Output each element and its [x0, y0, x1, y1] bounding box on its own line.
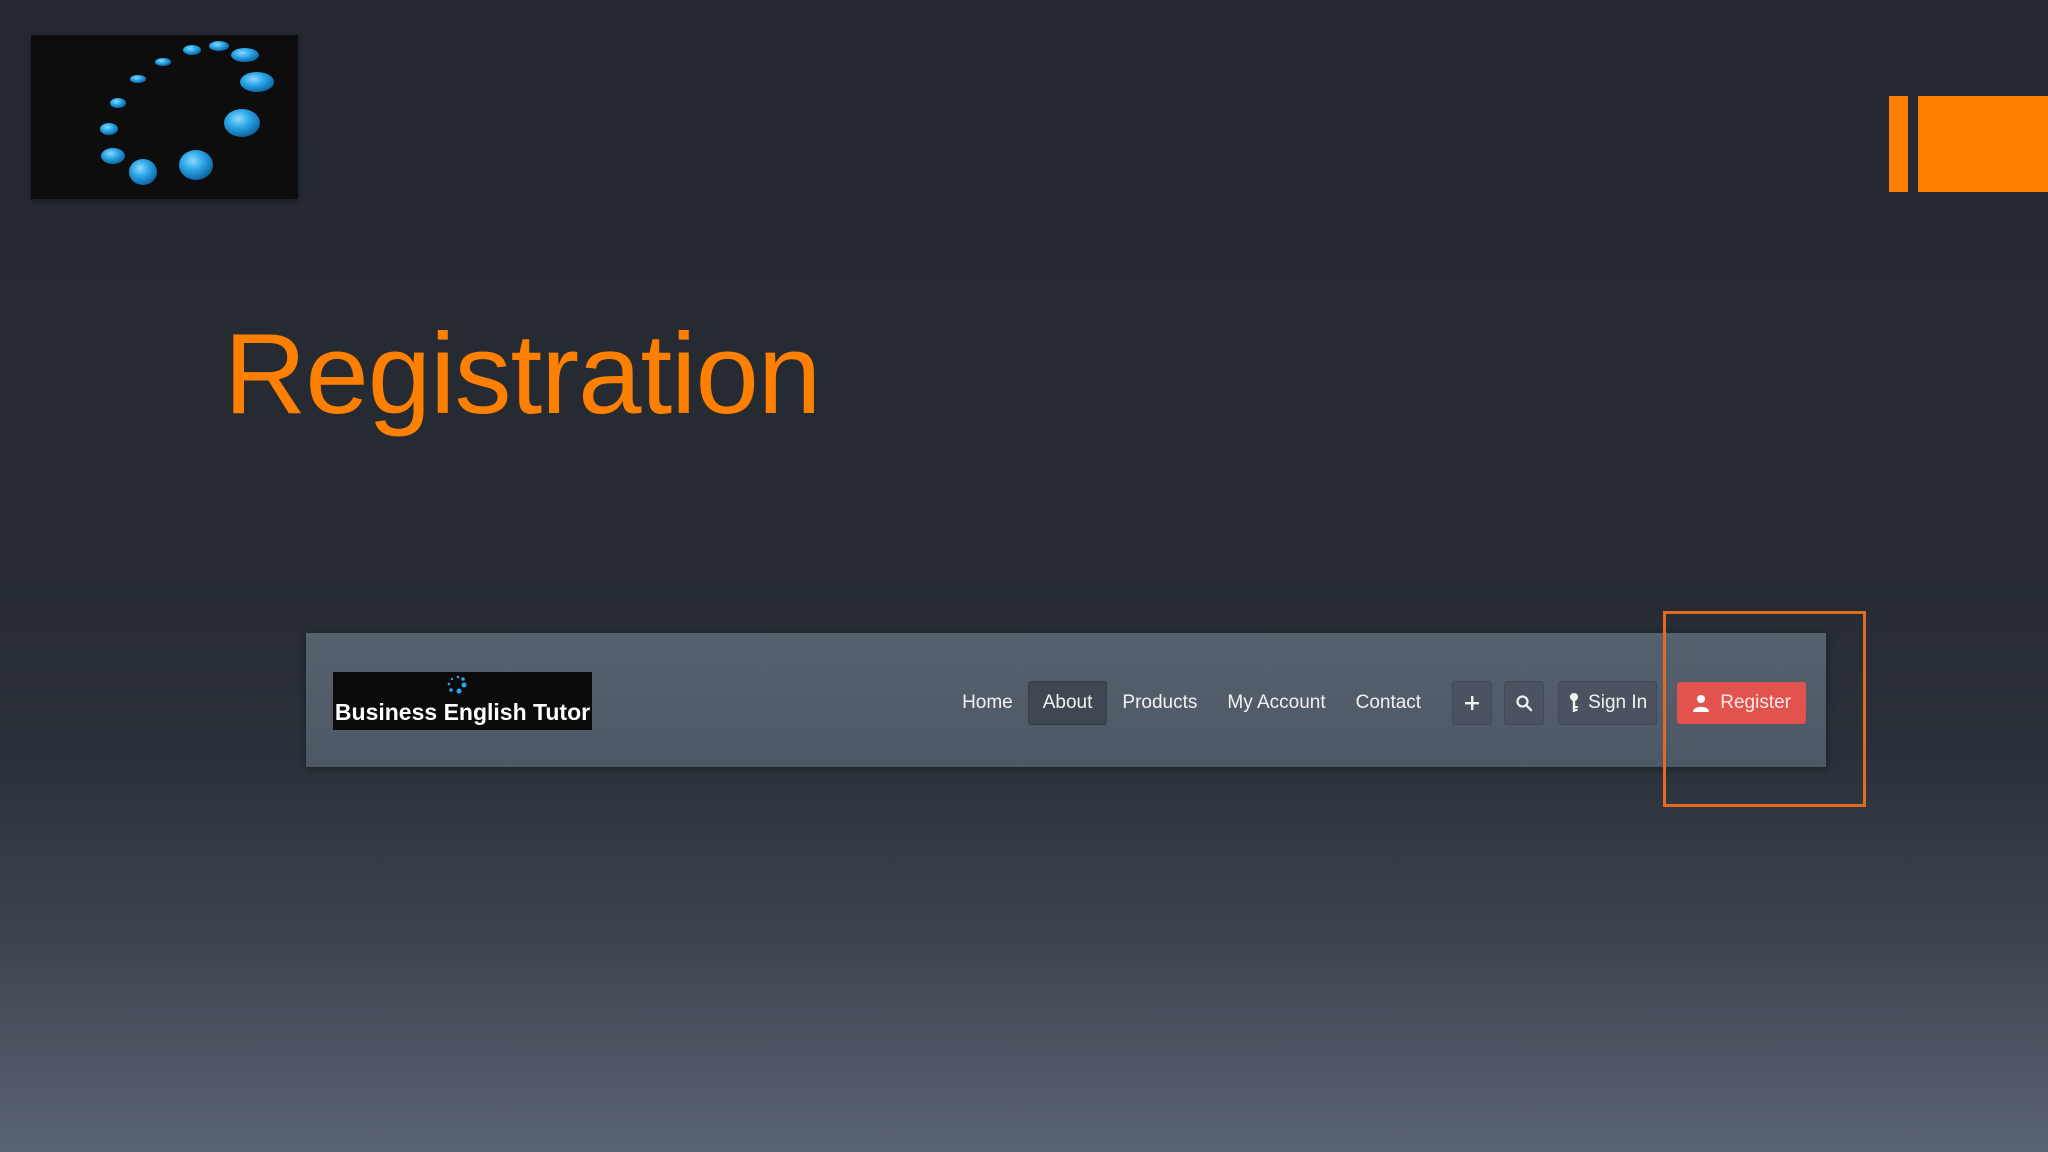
accent-bar-block: [1918, 96, 2048, 192]
nav-item-home[interactable]: Home: [947, 681, 1028, 725]
key-icon: [1570, 693, 1579, 712]
sign-in-label: Sign In: [1588, 692, 1648, 713]
register-button[interactable]: Register: [1677, 682, 1806, 724]
plus-icon: [1465, 696, 1480, 710]
search-button[interactable]: [1504, 681, 1545, 725]
search-icon: [1516, 695, 1533, 712]
user-icon: [1693, 695, 1710, 712]
brand-logo[interactable]: Business English Tutor: [333, 672, 592, 730]
spinner-dots-logo-icon: [447, 675, 467, 694]
register-label: Register: [1720, 692, 1791, 713]
nav-menu: Home About Products My Account Contact S…: [947, 681, 1806, 725]
corner-logo: [31, 35, 298, 199]
nav-item-contact[interactable]: Contact: [1341, 681, 1436, 725]
site-navbar-screenshot: Business English Tutor Home About Produc…: [306, 633, 1826, 767]
brand-name: Business English Tutor: [334, 699, 591, 725]
nav-item-about[interactable]: About: [1027, 681, 1108, 725]
nav-item-products[interactable]: Products: [1107, 681, 1212, 725]
nav-item-my-account[interactable]: My Account: [1212, 681, 1340, 725]
accent-bar-thin: [1889, 96, 1908, 192]
slide-title: Registration: [224, 311, 821, 438]
add-button[interactable]: [1452, 681, 1493, 725]
spinner-dots-logo-icon: [100, 41, 274, 185]
sign-in-button[interactable]: Sign In: [1558, 681, 1658, 725]
